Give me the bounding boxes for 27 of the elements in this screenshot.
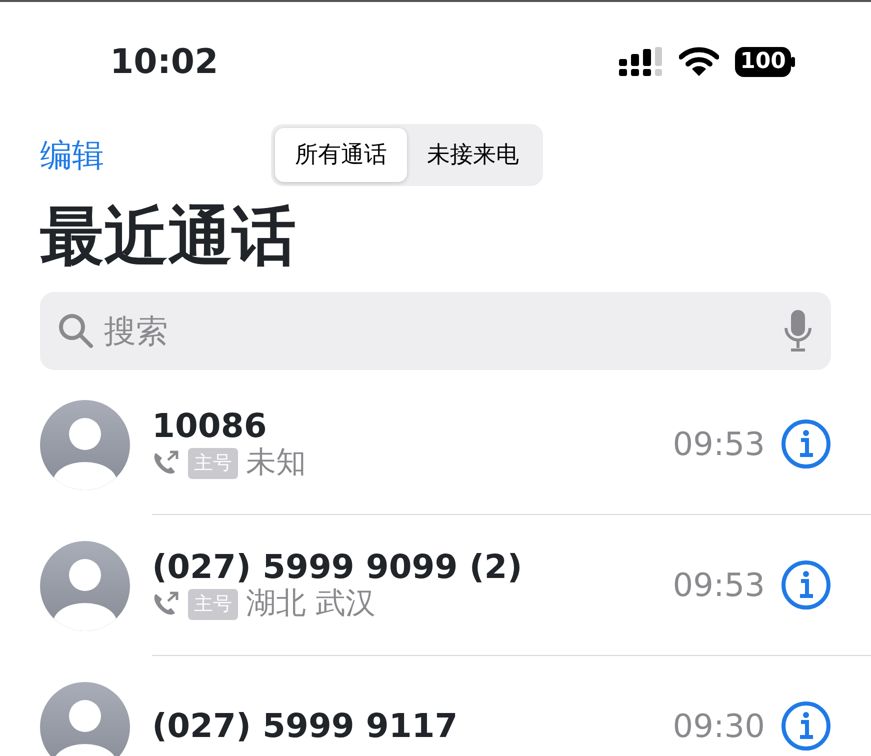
battery-tip-icon	[791, 57, 796, 67]
info-icon[interactable]	[781, 419, 831, 470]
segment-tab[interactable]: 所有通话	[275, 128, 407, 182]
signal-icon	[619, 47, 664, 77]
search-icon	[58, 313, 94, 350]
call-time: 09:53	[672, 424, 765, 466]
call-time: 09:53	[672, 565, 765, 606]
battery-level: 100	[735, 47, 791, 77]
microphone-icon[interactable]	[783, 310, 813, 352]
search-field[interactable]: 搜索	[40, 292, 831, 370]
info-icon[interactable]	[781, 701, 831, 752]
caller-name: (027) 5999 9099 (2)	[152, 548, 524, 586]
caller-location: 未知	[246, 445, 306, 482]
search-input[interactable]: 搜索	[102, 306, 775, 356]
wifi-icon	[679, 47, 720, 77]
caller-name: (027) 5999 9117	[152, 707, 459, 746]
info-icon[interactable]	[781, 560, 831, 610]
status-time: 10:02	[110, 40, 218, 84]
edit-link[interactable]: 编辑	[40, 131, 104, 179]
caller-location: 湖北 武汉	[246, 586, 376, 622]
avatar-icon	[40, 682, 130, 756]
segment-tab[interactable]: 未接来电	[407, 128, 539, 182]
avatar-icon	[40, 400, 130, 490]
page-title: 最近通话	[40, 202, 297, 272]
caller-name: 10086	[152, 407, 268, 446]
call-time: 09:30	[672, 706, 765, 748]
avatar-icon	[40, 540, 130, 631]
